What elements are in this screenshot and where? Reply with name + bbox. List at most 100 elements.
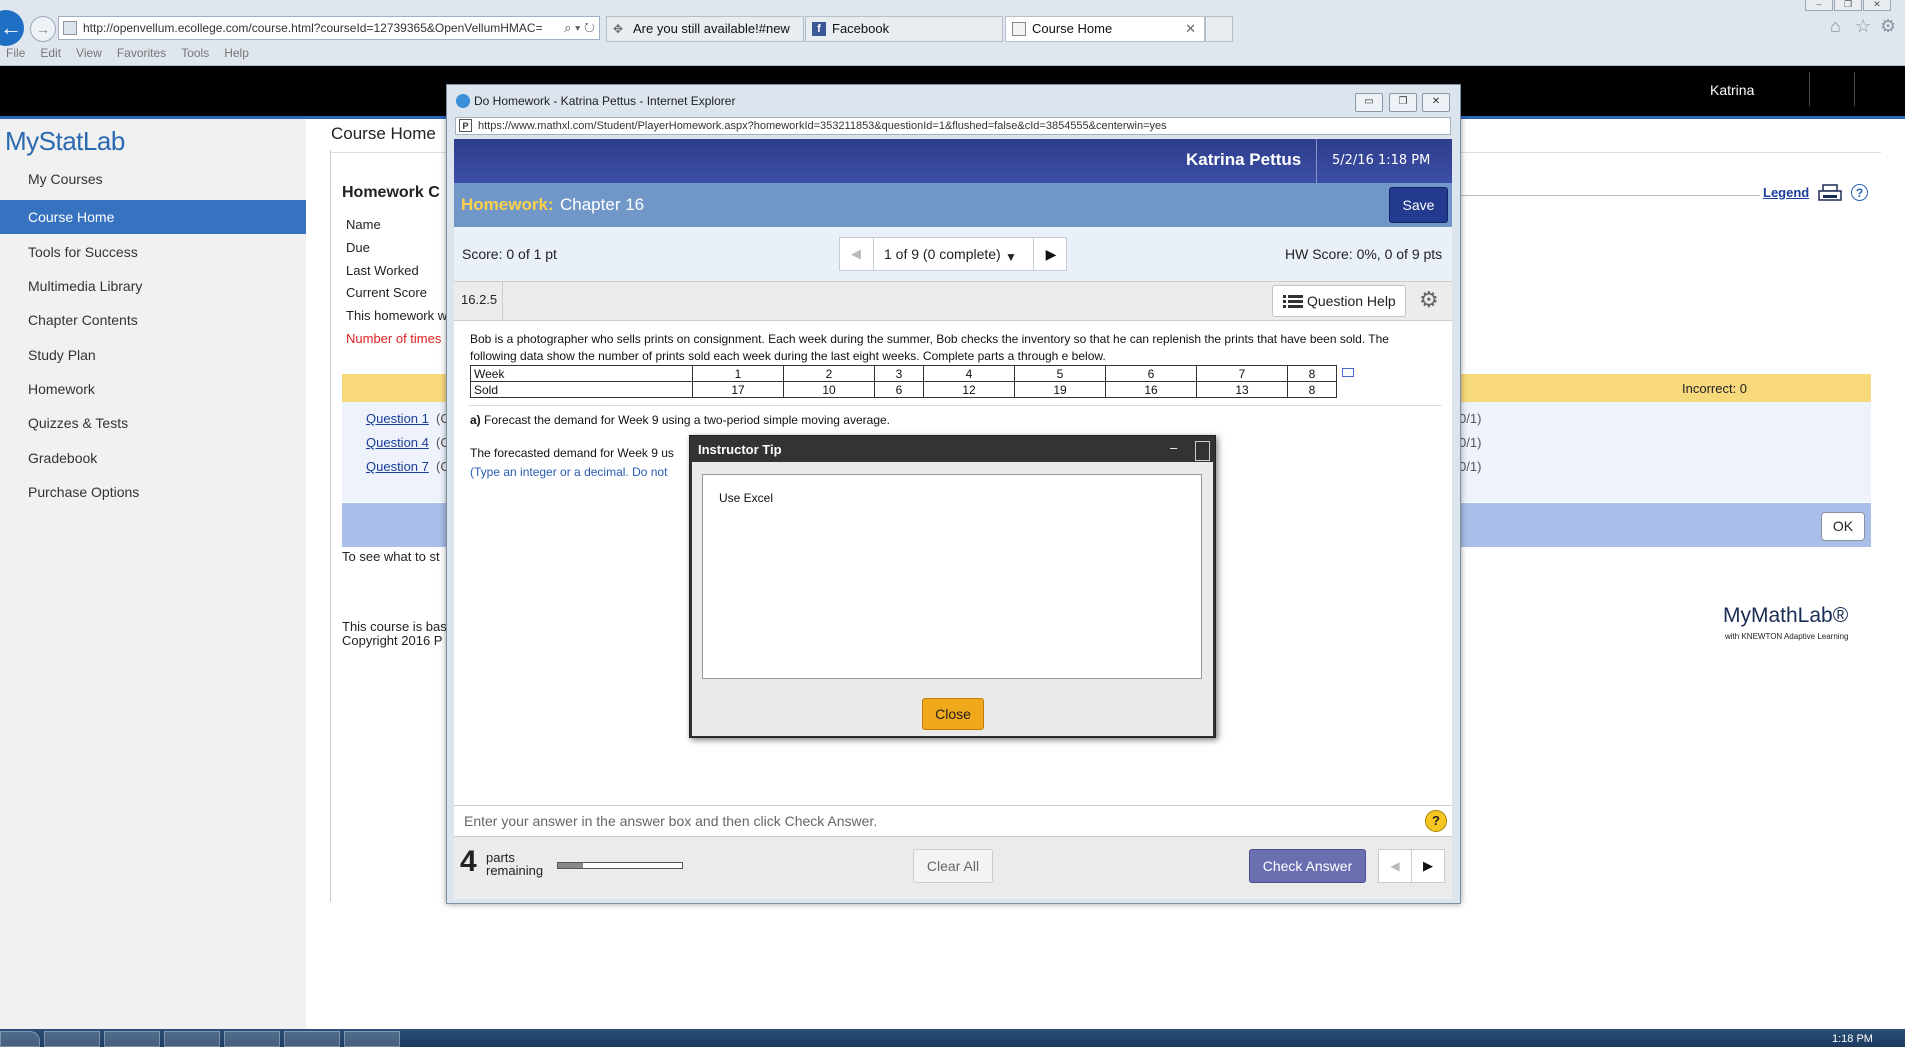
parts-remaining-label: parts remaining	[486, 851, 543, 877]
menu-view[interactable]: View	[76, 46, 102, 60]
next-question-arrow-icon[interactable]: ▶	[1033, 237, 1068, 271]
menu-favorites[interactable]: Favorites	[117, 46, 166, 60]
parts-label-line2: remaining	[486, 863, 544, 878]
page-title: Course Home	[331, 124, 436, 143]
restore-window-button[interactable]: ❐	[1834, 0, 1862, 11]
previous-part-arrow-icon[interactable]: ◀	[1378, 849, 1412, 883]
question-mark-icon[interactable]: ?	[1425, 810, 1447, 832]
tab-are-you-available[interactable]: ✥ Are you still available!#new	[606, 16, 804, 42]
sidebar-item-chapter-contents[interactable]: Chapter Contents	[0, 303, 306, 337]
table-row: Sold 17 10 6 12 19 16 13 8	[470, 381, 1337, 398]
copyright-text: Copyright 2016 P	[342, 633, 443, 648]
taskbar-app-button[interactable]	[284, 1031, 340, 1047]
question-help-button[interactable]: Question Help	[1272, 285, 1406, 317]
tip-minimize-button[interactable]: –	[1170, 440, 1177, 455]
sidebar-item-multimedia-library[interactable]: Multimedia Library	[0, 269, 306, 303]
printer-icon[interactable]	[1818, 184, 1842, 202]
divider	[468, 405, 1442, 406]
sidebar-item-homework[interactable]: Homework	[0, 372, 306, 406]
settings-gear-icon[interactable]: ⚙	[1880, 16, 1896, 37]
sidebar-item-tools-for-success[interactable]: Tools for Success	[0, 235, 306, 269]
popup-url-bar[interactable]: P https://www.mathxl.com/Student/PlayerH…	[455, 117, 1451, 135]
check-answer-button[interactable]: Check Answer	[1249, 849, 1366, 883]
user-name[interactable]: Katrina	[1710, 82, 1754, 98]
tip-maximize-button[interactable]	[1195, 441, 1210, 461]
taskbar-app-button[interactable]	[344, 1031, 400, 1047]
taskbar-ie-button[interactable]	[44, 1031, 100, 1047]
browser-chrome: – ❐ ✕ ← → http://openvellum.ecollege.com…	[0, 0, 1905, 66]
part-a-marker: a)	[470, 413, 481, 427]
tab-facebook[interactable]: f Facebook	[805, 16, 1003, 42]
previous-question-arrow-icon[interactable]: ◀	[839, 237, 874, 271]
popup-minimize-button[interactable]: ▭	[1355, 93, 1383, 112]
question-7-score: 0/1)	[1459, 459, 1482, 474]
info-label-name: Name	[346, 217, 381, 232]
table-cell: 12	[923, 381, 1015, 398]
question-position-dropdown[interactable]: 1 of 9 (0 complete)	[884, 246, 1001, 262]
legend-link[interactable]: Legend	[1763, 185, 1809, 200]
tab-label: Facebook	[832, 21, 890, 36]
close-tab-icon[interactable]: ✕	[1185, 17, 1196, 41]
student-name: Katrina Pettus	[1186, 150, 1302, 169]
taskbar-explorer-button[interactable]	[104, 1031, 160, 1047]
info-label-number-of-times: Number of times	[346, 331, 442, 346]
taskbar-app-button[interactable]	[224, 1031, 280, 1047]
address-text: http://openvellum.ecollege.com/course.ht…	[83, 21, 543, 35]
address-bar[interactable]: http://openvellum.ecollege.com/course.ht…	[58, 16, 600, 40]
gear-icon[interactable]: ⚙	[1419, 287, 1439, 313]
minimize-window-button[interactable]: –	[1805, 0, 1833, 11]
answer-format-hint: (Type an integer or a decimal. Do not	[470, 465, 668, 479]
ok-button[interactable]: OK	[1821, 512, 1865, 541]
part-a-text: Forecast the demand for Week 9 using a t…	[484, 413, 890, 427]
sidebar-item-study-plan[interactable]: Study Plan	[0, 338, 306, 372]
copy-table-icon[interactable]	[1342, 368, 1354, 377]
question-7-link[interactable]: Question 7	[366, 459, 429, 474]
save-button[interactable]: Save	[1389, 187, 1448, 223]
table-cell: 13	[1196, 381, 1288, 398]
question-4-link[interactable]: Question 4	[366, 435, 429, 450]
back-arrow-icon[interactable]: ←	[0, 10, 24, 46]
menu-file[interactable]: File	[6, 46, 25, 60]
table-cell: 6	[874, 381, 924, 398]
internet-explorer-icon	[456, 94, 470, 108]
help-icon[interactable]: ?	[1851, 184, 1868, 201]
question-score: Score: 0 of 1 pt	[462, 246, 557, 262]
clear-all-button[interactable]: Clear All	[913, 849, 993, 883]
tab-course-home[interactable]: Course Home ✕	[1005, 16, 1205, 42]
sidebar-item-gradebook[interactable]: Gradebook	[0, 441, 306, 475]
sidebar-item-course-home[interactable]: Course Home	[0, 200, 306, 234]
menu-help[interactable]: Help	[224, 46, 249, 60]
header-date: 5/2/16 1:18 PM	[1316, 139, 1452, 183]
incorrect-count: Incorrect: 0	[1682, 381, 1748, 396]
home-icon[interactable]: ⌂	[1830, 16, 1841, 37]
forward-arrow-icon[interactable]: →	[30, 16, 56, 42]
start-button[interactable]	[0, 1031, 40, 1047]
popup-window-title: Do Homework - Katrina Pettus - Internet …	[474, 94, 736, 108]
close-window-button[interactable]: ✕	[1863, 0, 1891, 11]
menu-edit[interactable]: Edit	[40, 46, 61, 60]
table-cell: 17	[692, 381, 784, 398]
question-1-link[interactable]: Question 1	[366, 411, 429, 426]
list-icon	[1283, 295, 1303, 308]
chevron-down-icon[interactable]: ▼	[1005, 250, 1017, 264]
popup-close-button[interactable]: ✕	[1422, 93, 1450, 112]
new-tab-button[interactable]	[1205, 16, 1233, 42]
info-label-current-score: Current Score	[346, 285, 427, 300]
search-refresh-icon[interactable]: ⌕ ▾ ↻	[564, 17, 595, 39]
favorites-star-icon[interactable]: ☆	[1855, 16, 1871, 37]
sidebar-item-quizzes-tests[interactable]: Quizzes & Tests	[0, 406, 306, 440]
divider	[502, 282, 503, 320]
sidebar-item-purchase-options[interactable]: Purchase Options	[0, 475, 306, 509]
menu-tools[interactable]: Tools	[181, 46, 209, 60]
homework-heading: Homework C	[342, 184, 440, 201]
see-what-text: To see what to st	[342, 549, 440, 564]
sidebar-item-my-courses[interactable]: My Courses	[0, 162, 306, 196]
page-icon	[63, 21, 77, 35]
taskbar-media-button[interactable]	[164, 1031, 220, 1047]
problem-statement: Bob is a photographer who sells prints o…	[470, 332, 1389, 363]
table-row-label: Sold	[470, 381, 693, 398]
popup-maximize-button[interactable]: ❐	[1389, 93, 1417, 112]
mystatlab-logo: MyStatLab	[5, 126, 125, 156]
tip-close-button[interactable]: Close	[922, 698, 984, 730]
next-part-arrow-icon[interactable]: ▶	[1411, 849, 1445, 883]
